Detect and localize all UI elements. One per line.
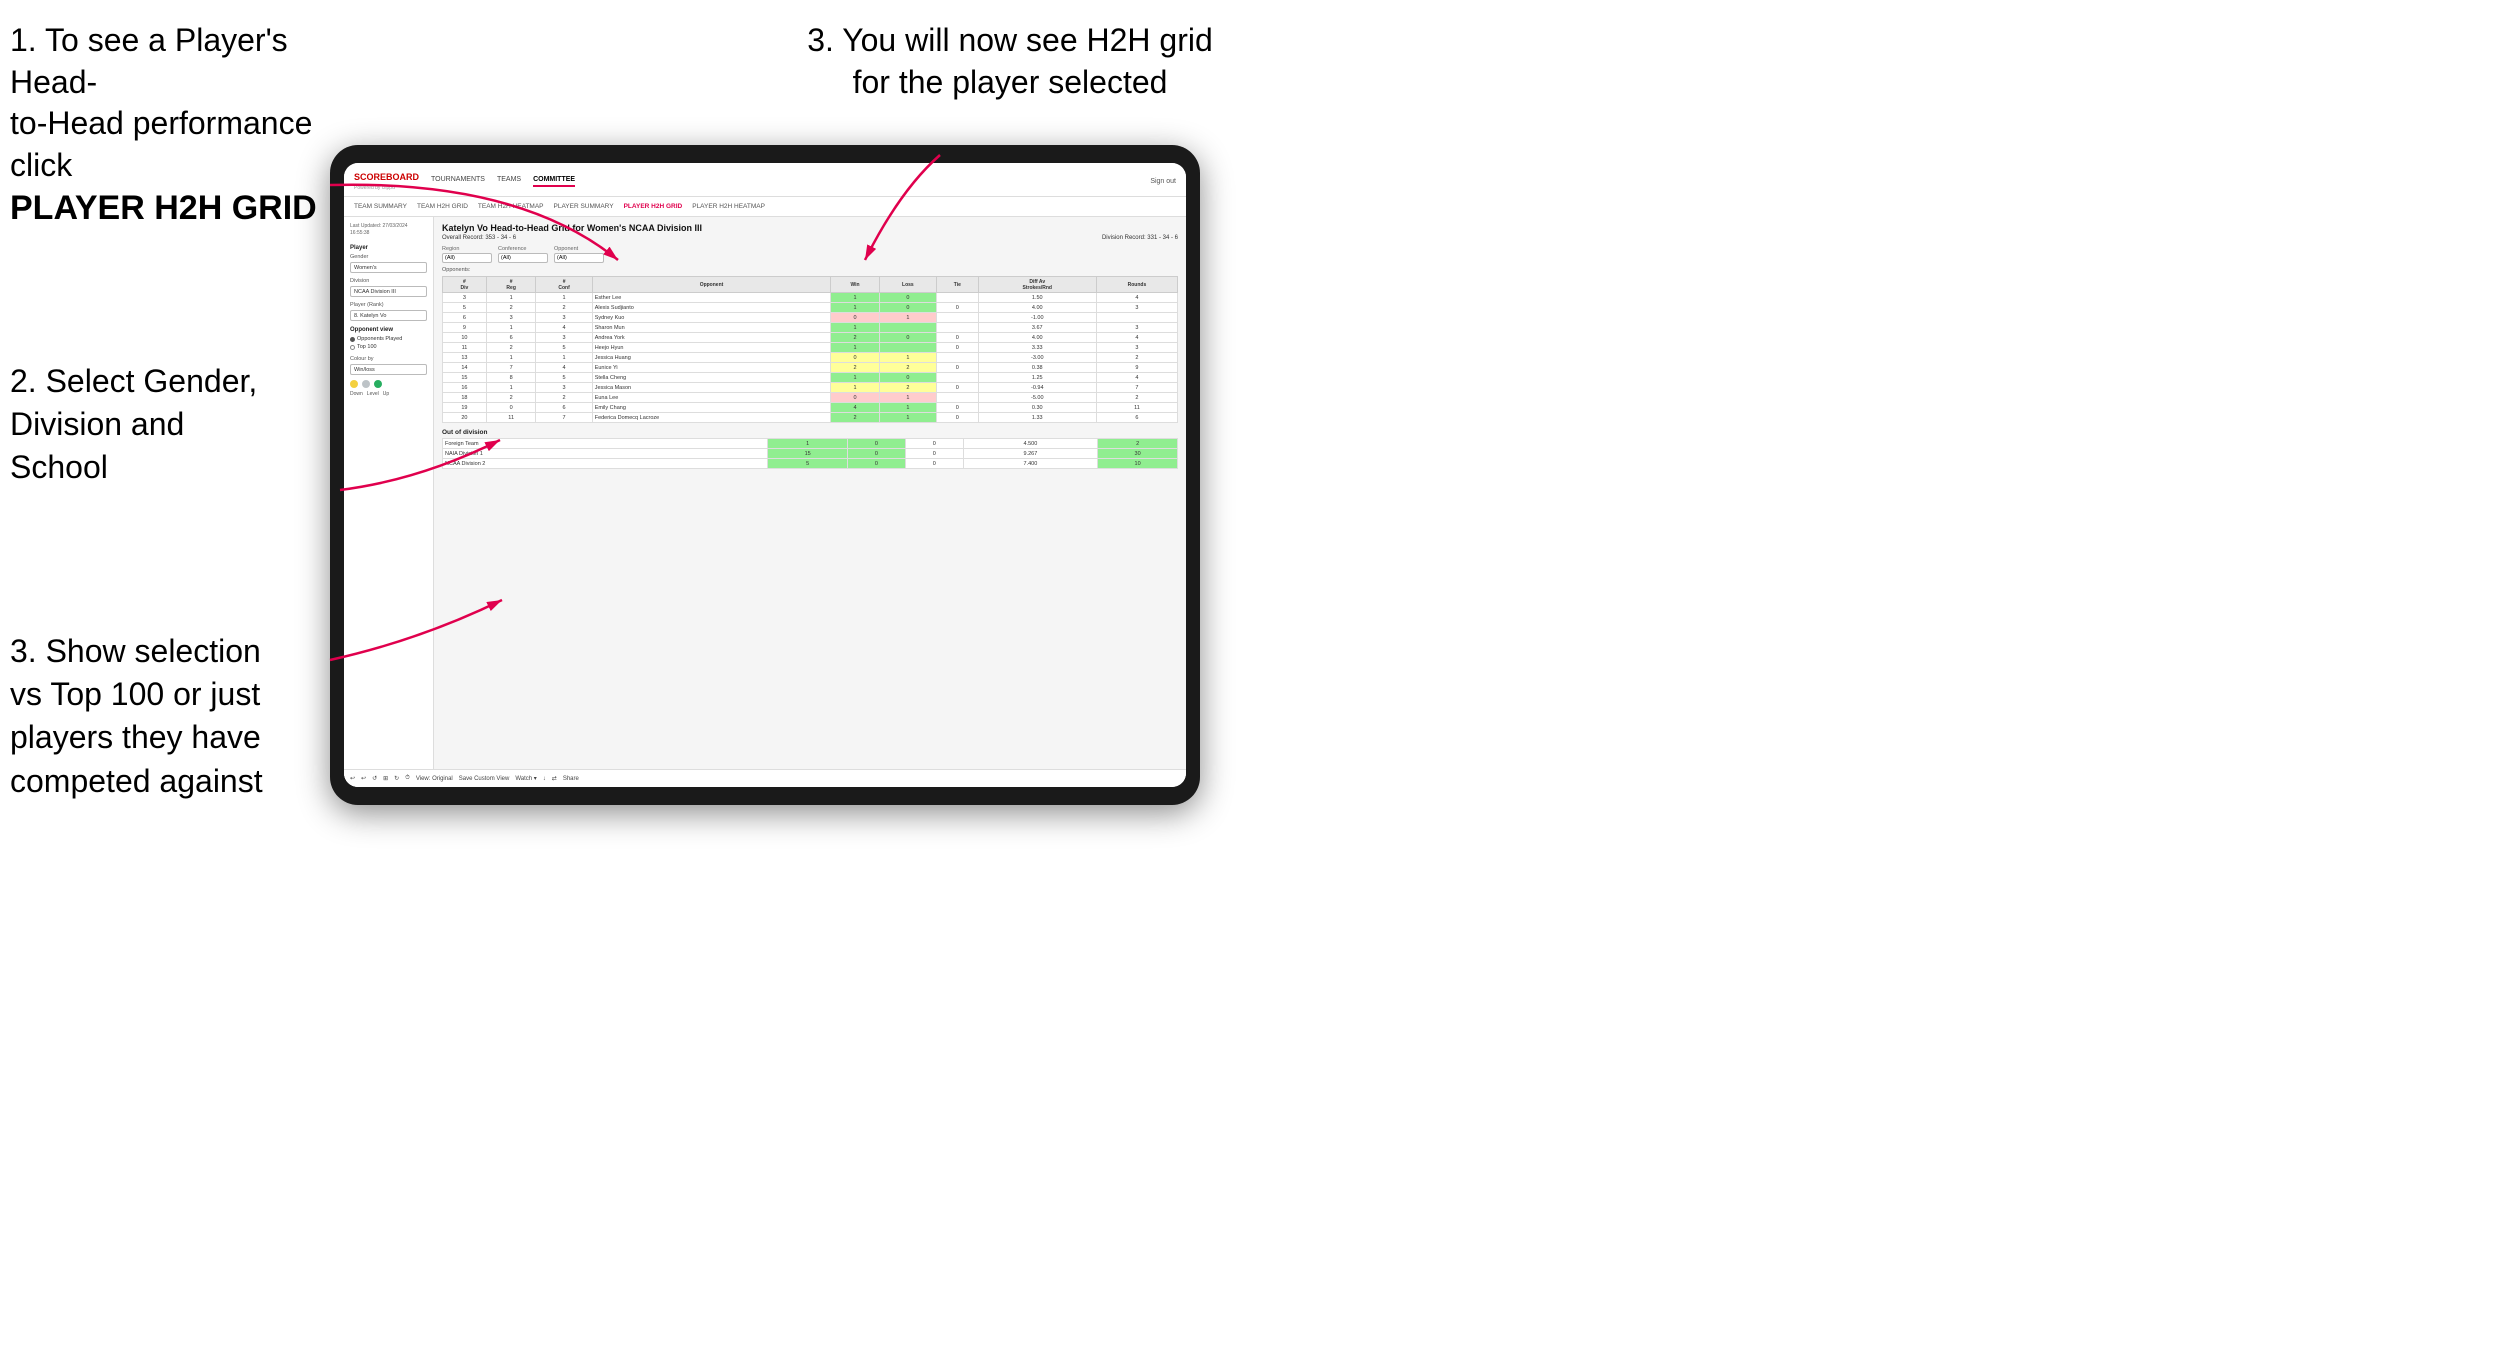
sidebar: Last Updated: 27/03/2024 16:55:38 Player… bbox=[344, 217, 434, 787]
instruction-bot-left: 3. Show selectionvs Top 100 or justplaye… bbox=[10, 630, 320, 803]
toolbar-grid[interactable]: ⊞ bbox=[383, 775, 388, 782]
sign-out[interactable]: Sign out bbox=[1150, 178, 1176, 185]
toolbar-forward[interactable]: ↻ bbox=[394, 775, 399, 782]
table-row: 914Sharon Mun13.673 bbox=[443, 323, 1178, 333]
colour-by-select[interactable]: Win/loss bbox=[350, 364, 427, 375]
player-rank-label: Player (Rank) bbox=[350, 302, 427, 308]
tablet-frame: SCOREBOARD Powered by clippd TOURNAMENTS… bbox=[330, 145, 1200, 805]
app-header: SCOREBOARD Powered by clippd TOURNAMENTS… bbox=[344, 163, 1186, 197]
toolbar-clock[interactable]: ⏱ bbox=[405, 775, 410, 782]
sub-nav-team-h2h-heatmap[interactable]: TEAM H2H HEATMAP bbox=[478, 203, 544, 210]
table-row: 1311Jessica Huang01-3.002 bbox=[443, 353, 1178, 363]
table-row: 1822Euna Lee01-5.002 bbox=[443, 393, 1178, 403]
grid-title: Katelyn Vo Head-to-Head Grid for Women's… bbox=[442, 223, 1178, 233]
bottom-toolbar: ↩ ↩ ↺ ⊞ ↻ ⏱ View: Original Save Custom V… bbox=[344, 769, 1186, 787]
th-loss: Loss bbox=[879, 277, 936, 293]
table-row: NCAA Division 25007.40010 bbox=[443, 459, 1178, 469]
radio-dot-opponents bbox=[350, 337, 355, 342]
instruction-top-right: 3. You will now see H2H gridfor the play… bbox=[760, 20, 1260, 103]
colour-dots bbox=[350, 380, 427, 388]
th-reg: #Reg bbox=[486, 277, 536, 293]
th-diff: Diff AvStrokes/Rnd bbox=[978, 277, 1096, 293]
nav-teams[interactable]: TEAMS bbox=[497, 176, 521, 187]
record-row: Overall Record: 353 - 34 - 6 Division Re… bbox=[442, 235, 1178, 241]
toolbar-download[interactable]: ↓ bbox=[543, 776, 546, 782]
out-div-table: Foreign Team1004.5002NAIA Division 11500… bbox=[442, 438, 1178, 469]
colour-labels: Down Level Up bbox=[350, 391, 427, 397]
player-rank-select[interactable]: 8. Katelyn Vo bbox=[350, 310, 427, 321]
toolbar-swap[interactable]: ⇄ bbox=[552, 775, 557, 782]
th-rounds: Rounds bbox=[1096, 277, 1177, 293]
opponent-view-title: Opponent view bbox=[350, 327, 427, 333]
colour-level bbox=[362, 380, 370, 388]
table-row: 1906Emily Chang4100.3011 bbox=[443, 403, 1178, 413]
toolbar-undo[interactable]: ↩ bbox=[350, 775, 355, 782]
sub-nav: TEAM SUMMARY TEAM H2H GRID TEAM H2H HEAT… bbox=[344, 197, 1186, 217]
opponent-filter: Opponent (All) bbox=[554, 246, 604, 263]
instruction-top-left: 1. To see a Player's Head- to-Head perfo… bbox=[10, 20, 340, 231]
sub-nav-player-h2h-heatmap[interactable]: PLAYER H2H HEATMAP bbox=[692, 203, 765, 210]
table-row: 1585Stella Cheng101.254 bbox=[443, 373, 1178, 383]
toolbar-redo[interactable]: ↩ bbox=[361, 775, 366, 782]
sub-nav-team-summary[interactable]: TEAM SUMMARY bbox=[354, 203, 407, 210]
nav-tournaments[interactable]: TOURNAMENTS bbox=[431, 176, 485, 187]
nav-committee[interactable]: COMMITTEE bbox=[533, 176, 575, 187]
logo: SCOREBOARD Powered by clippd bbox=[354, 173, 419, 191]
toolbar-view-original[interactable]: View: Original bbox=[416, 776, 453, 782]
filter-row: Region (All) Conference (All) Opponent (… bbox=[442, 246, 1178, 263]
h2h-table: #Div #Reg #Conf Opponent Win Loss Tie Di… bbox=[442, 276, 1178, 423]
th-div: #Div bbox=[443, 277, 487, 293]
table-row: 20117Federica Domecq Lacroze2101.336 bbox=[443, 413, 1178, 423]
toolbar-watch[interactable]: Watch ▾ bbox=[515, 775, 536, 782]
th-conf: #Conf bbox=[536, 277, 592, 293]
table-row: 1474Eunice Yi2200.389 bbox=[443, 363, 1178, 373]
region-filter: Region (All) bbox=[442, 246, 492, 263]
table-row: 1063Andrea York2004.004 bbox=[443, 333, 1178, 343]
table-row: 522Alexis Sudjianto1004.003 bbox=[443, 303, 1178, 313]
conference-filter: Conference (All) bbox=[498, 246, 548, 263]
table-row: NAIA Division 115009.26730 bbox=[443, 449, 1178, 459]
player-section-title: Player bbox=[350, 245, 427, 251]
radio-dot-top100 bbox=[350, 345, 355, 350]
division-select[interactable]: NCAA Division III bbox=[350, 286, 427, 297]
date-info: Last Updated: 27/03/2024 16:55:38 bbox=[350, 223, 427, 237]
instruction-mid-left: 2. Select Gender,Division andSchool bbox=[10, 360, 320, 490]
out-div-title: Out of division bbox=[442, 429, 1178, 436]
sub-nav-player-h2h-grid[interactable]: PLAYER H2H GRID bbox=[624, 203, 683, 210]
colour-down bbox=[350, 380, 358, 388]
colour-section: Colour by Win/loss Down Level Up bbox=[350, 356, 427, 397]
main-content: Last Updated: 27/03/2024 16:55:38 Player… bbox=[344, 217, 1186, 787]
table-row: Foreign Team1004.5002 bbox=[443, 439, 1178, 449]
sub-nav-player-summary[interactable]: PLAYER SUMMARY bbox=[554, 203, 614, 210]
toolbar-save-custom[interactable]: Save Custom View bbox=[459, 776, 510, 782]
th-win: Win bbox=[831, 277, 879, 293]
table-row: 1125Heejo Hyun103.333 bbox=[443, 343, 1178, 353]
sub-nav-team-h2h-grid[interactable]: TEAM H2H GRID bbox=[417, 203, 468, 210]
opponents-label: Opponents: bbox=[442, 267, 1178, 273]
table-row: 1613Jessica Mason120-0.947 bbox=[443, 383, 1178, 393]
opponent-select[interactable]: (All) bbox=[554, 253, 604, 263]
gender-select[interactable]: Women's bbox=[350, 262, 427, 273]
table-row: 633Sydney Kuo01-1.00 bbox=[443, 313, 1178, 323]
grid-area: Katelyn Vo Head-to-Head Grid for Women's… bbox=[434, 217, 1186, 787]
conference-select[interactable]: (All) bbox=[498, 253, 548, 263]
radio-top-100[interactable]: Top 100 bbox=[350, 344, 427, 350]
out-of-division-section: Out of division Foreign Team1004.5002NAI… bbox=[442, 429, 1178, 469]
colour-by-label: Colour by bbox=[350, 356, 427, 362]
radio-opponents-played[interactable]: Opponents Played bbox=[350, 336, 427, 342]
gender-label: Gender bbox=[350, 254, 427, 260]
main-nav: TOURNAMENTS TEAMS COMMITTEE bbox=[431, 176, 575, 187]
toolbar-refresh[interactable]: ↺ bbox=[372, 775, 377, 782]
table-row: 311Esther Lee101.504 bbox=[443, 293, 1178, 303]
division-label: Division bbox=[350, 278, 427, 284]
colour-up bbox=[374, 380, 382, 388]
th-opponent: Opponent bbox=[592, 277, 831, 293]
toolbar-share[interactable]: Share bbox=[563, 776, 579, 782]
th-tie: Tie bbox=[936, 277, 978, 293]
region-select[interactable]: (All) bbox=[442, 253, 492, 263]
tablet-screen: SCOREBOARD Powered by clippd TOURNAMENTS… bbox=[344, 163, 1186, 787]
